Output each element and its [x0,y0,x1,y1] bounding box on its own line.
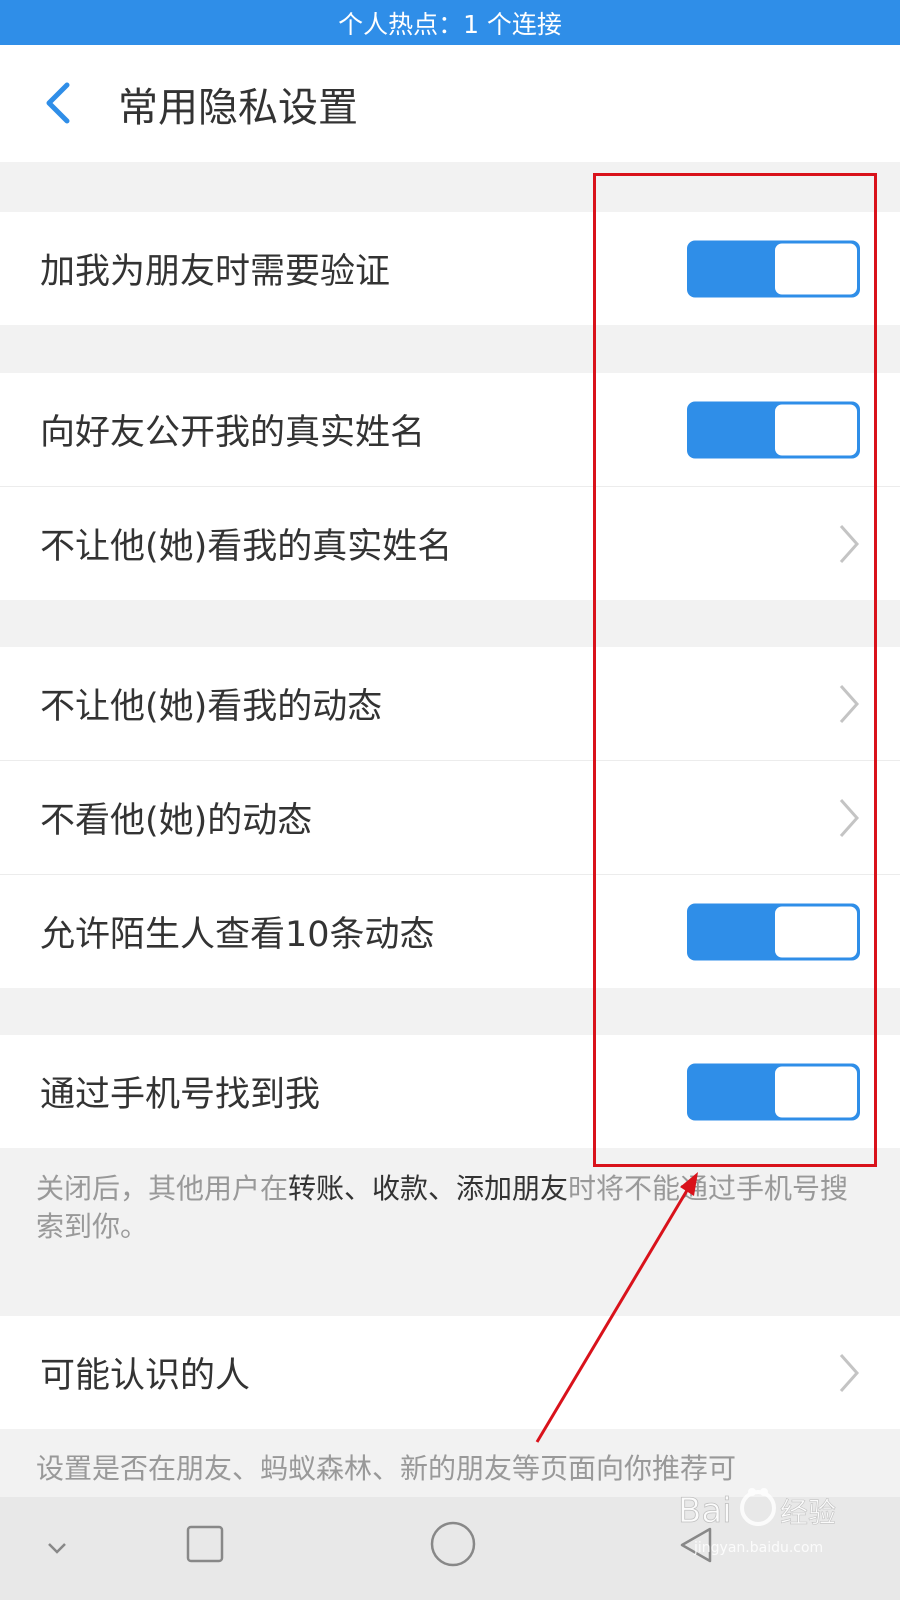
setting-row-find-by-phone: 通过手机号找到我 [0,1035,900,1148]
status-bar: 个人热点：1 个连接 [0,0,900,45]
setting-label: 通过手机号找到我 [40,1075,321,1115]
setting-row-people-you-may-know[interactable]: 可能认识的人 [0,1316,900,1429]
chevron-right-icon [839,798,860,837]
setting-row-stranger-moments: 允许陌生人查看10条动态 [0,875,900,988]
setting-label: 允许陌生人查看10条动态 [40,915,435,955]
phone-setting-description: 关闭后，其他用户在转账、收款、添加朋友时将不能通过手机号搜索到你。 [36,1170,866,1246]
circle-icon[interactable] [430,1521,476,1567]
setting-label: 不让他(她)看我的动态 [40,687,383,727]
back-button[interactable] [28,73,88,133]
setting-row-hide-real-name[interactable]: 不让他(她)看我的真实姓名 [0,487,900,600]
toggle-knob [775,243,857,294]
chevron-left-icon [46,82,70,124]
setting-label: 可能认识的人 [40,1356,251,1396]
description-text: 关闭后，其他用户在 [36,1172,289,1205]
watermark-url: jingyan.baidu.com [694,1540,824,1556]
setting-label: 加我为朋友时需要验证 [40,252,391,292]
toggle-switch[interactable] [687,1063,860,1120]
settings-group-verification: 加我为朋友时需要验证 [0,212,900,325]
watermark-logo: Bai 经验 [678,1488,836,1531]
setting-label: 向好友公开我的真实姓名 [40,413,426,453]
chevron-down-icon[interactable] [42,1533,72,1563]
chevron-right-icon [839,684,860,723]
chevron-right-icon [839,1353,860,1392]
setting-row-friend-verification: 加我为朋友时需要验证 [0,212,900,325]
setting-label: 不看他(她)的动态 [40,801,313,841]
settings-group-real-name: 向好友公开我的真实姓名 不让他(她)看我的真实姓名 [0,373,900,600]
description-highlight: 转账、收款、添加朋友 [288,1172,569,1205]
toggle-switch[interactable] [687,903,860,960]
settings-group-moments: 不让他(她)看我的动态 不看他(她)的动态 允许陌生人查看10条动态 [0,647,900,988]
page-title: 常用隐私设置 [118,84,358,131]
toggle-switch[interactable] [687,240,860,297]
baidu-jingyan-watermark: Bai 经验 jingyan.baidu.com [676,1478,866,1578]
svg-text:Bai: Bai [678,1491,732,1531]
setting-label: 不让他(她)看我的真实姓名 [40,527,453,567]
setting-row-hide-their-moments[interactable]: 不看他(她)的动态 [0,761,900,875]
settings-group-phone: 通过手机号找到我 [0,1035,900,1148]
setting-row-hide-my-moments[interactable]: 不让他(她)看我的动态 [0,647,900,761]
status-text: 个人热点：1 个连接 [338,9,562,39]
settings-group-recommend: 可能认识的人 [0,1316,900,1429]
header: 常用隐私设置 [0,45,900,162]
toggle-knob [775,404,857,455]
chevron-right-icon [839,524,860,563]
toggle-knob [775,1066,857,1117]
svg-text:经验: 经验 [780,1496,836,1529]
toggle-switch[interactable] [687,401,860,458]
toggle-knob [775,906,857,957]
square-icon[interactable] [186,1525,224,1563]
setting-row-show-real-name: 向好友公开我的真实姓名 [0,373,900,487]
